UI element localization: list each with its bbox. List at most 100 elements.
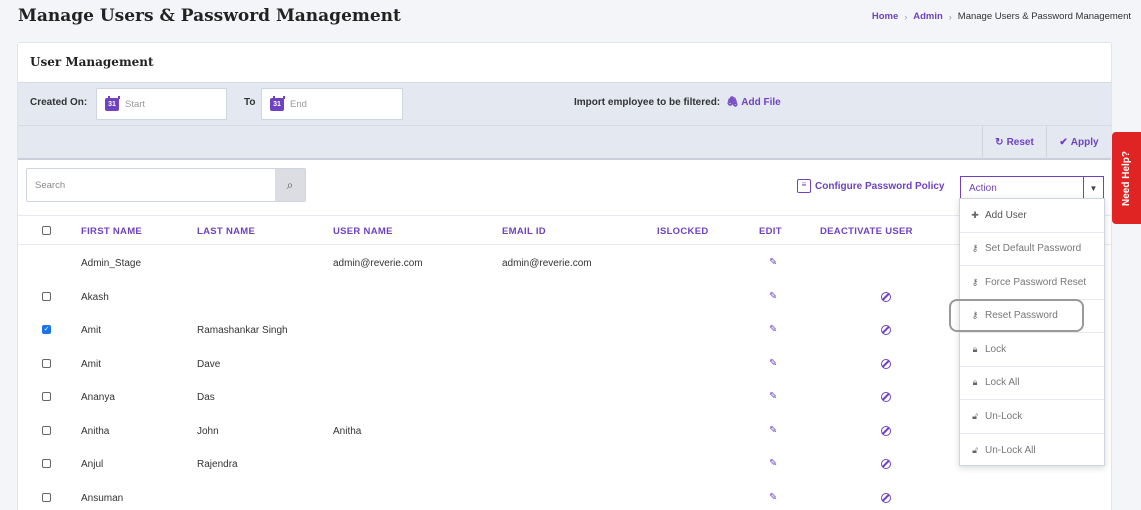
- table-row: Ansuman ✎: [18, 482, 1111, 510]
- menu-item-un-lock-all[interactable]: 🔓︎ Un-Lock All: [960, 434, 1104, 468]
- apply-button[interactable]: ✔ Apply: [1046, 126, 1111, 159]
- breadcrumb-home[interactable]: Home: [872, 11, 898, 22]
- end-placeholder: End: [290, 98, 307, 110]
- add-file-link[interactable]: 🖇 Add File: [726, 97, 781, 108]
- calendar-icon: 31: [105, 95, 120, 111]
- end-date-input[interactable]: 31 End: [261, 88, 403, 120]
- cell-last-name: Dave: [197, 358, 221, 370]
- need-help-tab[interactable]: Need Help?: [1112, 132, 1141, 224]
- row-checkbox[interactable]: [42, 459, 51, 468]
- table-row: Ananya Das ✎: [18, 381, 1111, 415]
- add-file-label: Add File: [741, 97, 781, 108]
- edit-icon[interactable]: ✎: [769, 257, 777, 268]
- calendar-icon: 31: [270, 95, 285, 111]
- search-box: ⌕: [26, 168, 306, 202]
- deactivate-icon[interactable]: [881, 425, 891, 436]
- cell-first-name: Amit: [81, 325, 101, 336]
- deactivate-icon[interactable]: [881, 459, 891, 469]
- import-employee: Import employee to be filtered: 🖇 Add Fi…: [574, 97, 781, 108]
- edit-icon[interactable]: ✎: [769, 291, 777, 302]
- row-checkbox[interactable]: [42, 425, 51, 435]
- row-checkbox[interactable]: ✓: [42, 325, 51, 334]
- cell-first-name: Admin_Stage: [81, 258, 142, 269]
- search-icon: ⌕: [286, 177, 294, 192]
- menu-item-un-lock[interactable]: 🔓︎ Un-Lock: [960, 400, 1104, 434]
- action-select[interactable]: Action ▼: [960, 176, 1104, 200]
- menu-item-add-user[interactable]: ✚ Add User: [960, 199, 1104, 233]
- reset-button[interactable]: ↻ Reset: [982, 126, 1046, 159]
- to-label: To: [244, 97, 256, 108]
- menu-item-label: Un-Lock All: [985, 444, 1036, 456]
- table-row: Akash ✎: [18, 281, 1111, 315]
- refresh-icon: ↻: [995, 137, 1004, 148]
- menu-item-label: Force Password Reset: [985, 276, 1087, 288]
- config-label: Configure Password Policy: [815, 180, 945, 192]
- row-checkbox[interactable]: [42, 291, 51, 301]
- cell-last-name: John: [197, 425, 219, 437]
- menu-item-set-default-password[interactable]: ⚷ Set Default Password: [960, 233, 1104, 266]
- edit-icon[interactable]: ✎: [769, 492, 777, 503]
- cell-last-name: Das: [197, 392, 215, 403]
- lock-icon: 🔒︎: [972, 377, 978, 388]
- chevron-down-icon[interactable]: ▼: [1083, 177, 1103, 199]
- edit-icon[interactable]: ✎: [769, 458, 777, 469]
- menu-item-lock[interactable]: 🔒︎ Lock: [960, 333, 1104, 367]
- cell-first-name: Anjul: [81, 459, 104, 470]
- header-edit: EDIT: [759, 226, 782, 237]
- menu-item-lock-all[interactable]: 🔒︎ Lock All: [960, 367, 1104, 400]
- menu-item-reset-password[interactable]: ⚷ Reset Password: [960, 300, 1104, 333]
- header-deactivate-user: DEACTIVATE USER: [820, 226, 913, 237]
- menu-item-label: Set Default Password: [985, 243, 1082, 255]
- deactivate-icon[interactable]: [881, 358, 891, 369]
- cell-first-name: Ansuman: [81, 492, 124, 504]
- breadcrumb: Home › Admin › Manage Users & Password M…: [872, 11, 1131, 22]
- breadcrumb-admin[interactable]: Admin: [913, 11, 943, 22]
- deactivate-icon[interactable]: [881, 325, 891, 335]
- policy-icon: ≡: [797, 179, 811, 193]
- table-header: FIRST NAME LAST NAME USER NAME EMAIL ID …: [18, 215, 1111, 245]
- cell-first-name: Anitha: [81, 425, 110, 437]
- edit-icon[interactable]: ✎: [769, 391, 777, 402]
- table-row: Amit Dave ✎: [18, 348, 1111, 382]
- header-last-name[interactable]: LAST NAME: [197, 226, 255, 237]
- filter-bar: Created On: 31 Start To 31 End Import em…: [18, 82, 1111, 125]
- header-first-name[interactable]: FIRST NAME: [81, 226, 142, 237]
- menu-item-force-password-reset[interactable]: ⚷ Force Password Reset: [960, 266, 1104, 300]
- menu-item-label: Un-Lock: [985, 410, 1023, 422]
- edit-icon[interactable]: ✎: [769, 425, 777, 436]
- action-select-value: Action: [969, 182, 997, 194]
- cell-user-name: admin@reverie.com: [333, 258, 423, 269]
- menu-item-label: Reset Password: [985, 310, 1058, 322]
- search-button[interactable]: ⌕: [275, 169, 305, 201]
- breadcrumb-separator-icon: ›: [948, 11, 952, 22]
- page-title: Manage Users & Password Management: [18, 6, 401, 26]
- cell-email-id: admin@reverie.com: [502, 258, 592, 269]
- start-date-input[interactable]: 31 Start: [96, 88, 227, 120]
- row-checkbox[interactable]: [42, 392, 51, 401]
- menu-item-label: Add User: [985, 209, 1027, 221]
- edit-icon[interactable]: ✎: [769, 324, 777, 335]
- edit-icon[interactable]: ✎: [769, 358, 777, 369]
- user-management-card: User Management Created On: 31 Start To …: [17, 42, 1112, 510]
- deactivate-icon[interactable]: [881, 492, 891, 503]
- cell-last-name: Ramashankar Singh: [197, 325, 288, 336]
- row-checkbox[interactable]: [42, 358, 51, 368]
- row-checkbox[interactable]: [42, 492, 51, 502]
- deactivate-icon[interactable]: [881, 291, 891, 302]
- card-title: User Management: [30, 55, 154, 69]
- select-all-checkbox[interactable]: [42, 226, 51, 235]
- breadcrumb-separator-icon: ›: [904, 11, 908, 22]
- configure-password-policy-link[interactable]: ≡ Configure Password Policy: [797, 179, 944, 193]
- menu-item-label: Lock All: [985, 377, 1020, 389]
- header-user-name[interactable]: USER NAME: [333, 226, 393, 237]
- lock-icon: 🔒︎: [972, 343, 978, 354]
- unlock-icon: 🔓︎: [972, 444, 978, 455]
- header-email-id[interactable]: EMAIL ID: [502, 226, 546, 237]
- key-icon: ⚷: [971, 243, 979, 254]
- cell-last-name: Rajendra: [197, 459, 238, 470]
- table-row: ✓ Amit Ramashankar Singh ✎: [18, 314, 1111, 348]
- search-input[interactable]: [27, 169, 275, 201]
- paperclip-icon: 🖇: [726, 97, 739, 108]
- deactivate-icon[interactable]: [881, 392, 891, 402]
- header-islocked[interactable]: ISLOCKED: [657, 226, 709, 237]
